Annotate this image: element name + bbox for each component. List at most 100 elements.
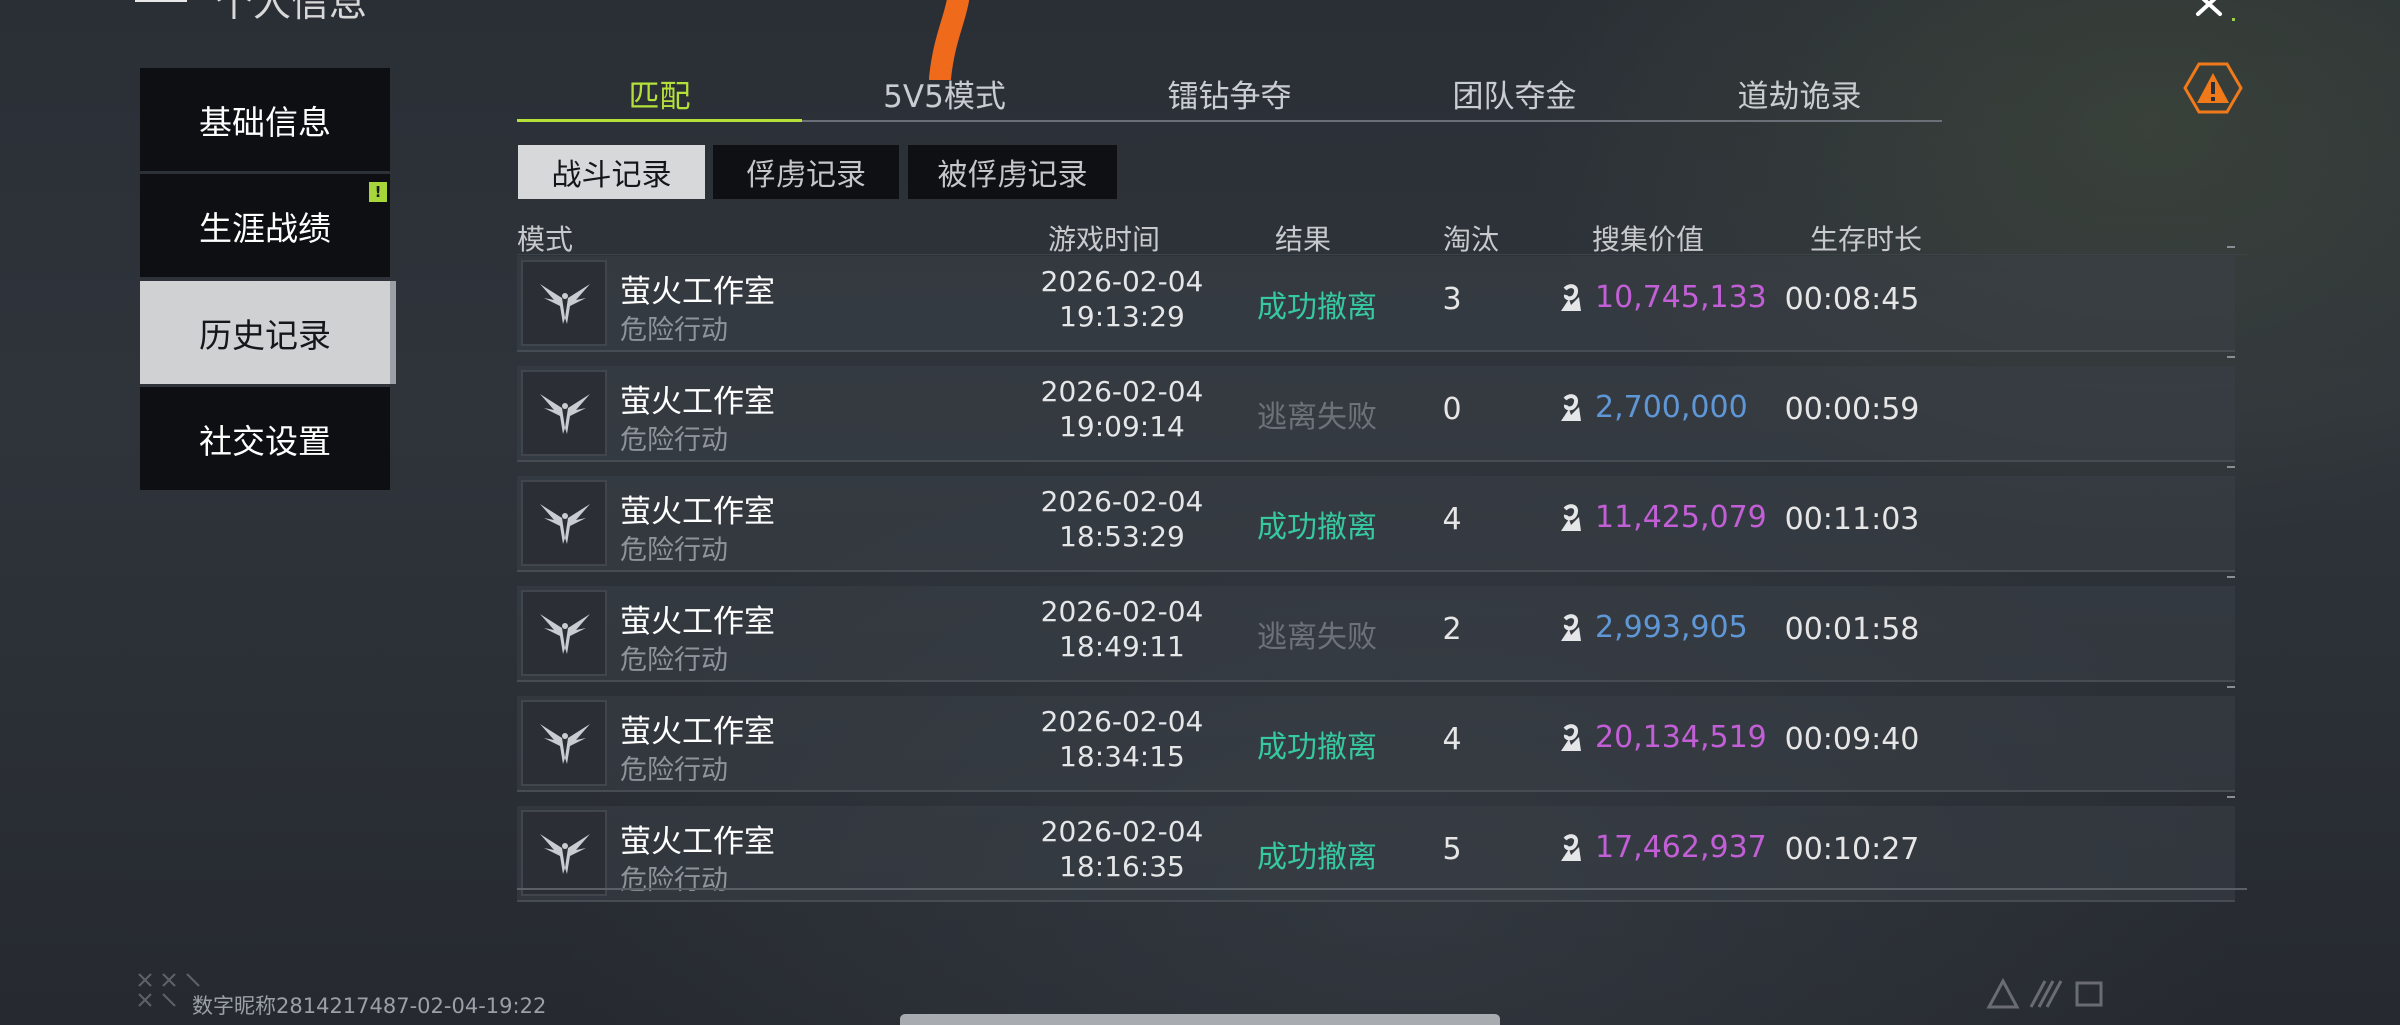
winged-emblem-icon	[540, 724, 590, 764]
table-row[interactable]: 萤火工作室 危险行动 2026-02-04 18:53:29 成功撤离 4 11,425,0…	[517, 466, 2235, 572]
value-amount: 20,134,519	[1595, 720, 1767, 755]
column-header-value: 搜集价值	[1592, 223, 1705, 256]
sidebar-item-history[interactable]: 历史记录	[140, 281, 396, 384]
mode-subtitle: 危险行动	[620, 535, 728, 566]
sidebar-item-social-settings[interactable]: 社交设置	[140, 387, 390, 490]
tab-diamond-contest[interactable]: 镭钻争夺	[1087, 66, 1372, 120]
mode-emblem	[521, 480, 607, 566]
row-edge-tick	[2227, 466, 2235, 468]
table-row[interactable]: 萤火工作室 危险行动 2026-02-04 19:13:29 成功撤离 3 10,745,1…	[517, 246, 2235, 352]
currency-icon	[1561, 283, 1581, 311]
tab-captured-records[interactable]: 被俘虏记录	[908, 145, 1117, 199]
row-edge-tick	[2227, 686, 2235, 688]
column-header-kills: 淘汰	[1443, 223, 1500, 256]
sidebar-item-basic-info[interactable]: 基础信息	[140, 68, 390, 171]
close-icon[interactable]	[2190, 0, 2240, 30]
mode-tab-bar: 匹配 5V5模式 镭钻争夺 团队夺金 道劫诡录	[517, 66, 1942, 122]
sidebar-item-label: 基础信息	[199, 102, 331, 142]
kills-count: 2	[1442, 612, 1462, 647]
result-text: 成功撤离	[1257, 840, 1377, 875]
value-amount: 2,993,905	[1595, 610, 1748, 645]
result-text: 成功撤离	[1257, 510, 1377, 545]
table-bottom-divider	[517, 888, 2247, 890]
currency-icon	[1561, 613, 1581, 641]
column-header-time: 游戏时间	[1048, 223, 1161, 256]
header-divider	[517, 254, 2247, 255]
row-edge-tick	[2227, 576, 2235, 578]
sidebar-item-career-stats[interactable]: 生涯战绩 !	[140, 174, 390, 277]
mode-name: 萤火工作室	[620, 494, 775, 530]
survival-time: 00:01:58	[1784, 612, 1920, 647]
mode-name: 萤火工作室	[620, 714, 775, 750]
mode-emblem	[521, 370, 607, 456]
winged-emblem-icon	[540, 284, 590, 324]
kills-count: 3	[1442, 282, 1462, 317]
column-header-mode: 模式	[517, 223, 574, 256]
row-edge-tick	[2227, 796, 2235, 798]
currency-icon	[1561, 503, 1581, 531]
winged-emblem-icon	[540, 504, 590, 544]
collected-value: 11,425,079	[1557, 500, 1767, 540]
mode-emblem	[521, 810, 607, 896]
mode-subtitle: 危险行动	[620, 755, 728, 786]
tab-team-gold[interactable]: 团队夺金	[1372, 66, 1657, 120]
winged-emblem-icon	[540, 834, 590, 874]
collected-value: 2,700,000	[1557, 390, 1748, 430]
sidebar-item-label: 生涯战绩	[199, 208, 331, 248]
result-text: 成功撤离	[1257, 290, 1377, 325]
mode-subtitle: 危险行动	[620, 865, 728, 896]
tab-battle-records[interactable]: 战斗记录	[518, 145, 705, 199]
winged-emblem-icon	[540, 614, 590, 654]
value-amount: 2,700,000	[1595, 390, 1748, 425]
tab-match[interactable]: 匹配	[517, 66, 802, 122]
page-title: 个人信息	[215, 0, 368, 25]
mode-emblem	[521, 260, 607, 346]
kills-count: 4	[1442, 722, 1462, 757]
mode-subtitle: 危险行动	[620, 315, 728, 346]
player-id-watermark: 数字昵称2814217487-02-04-19:22	[192, 994, 547, 1018]
collected-value: 2,993,905	[1557, 610, 1748, 650]
value-amount: 17,462,937	[1595, 830, 1767, 865]
collected-value: 20,134,519	[1557, 720, 1767, 760]
table-row[interactable]: 萤火工作室 危险行动 2026-02-04 18:34:15 成功撤离 4 20,134,5…	[517, 686, 2235, 792]
alert-badge: !	[369, 182, 387, 202]
mode-subtitle: 危险行动	[620, 645, 728, 676]
survival-time: 00:09:40	[1784, 722, 1920, 757]
menu-icon[interactable]	[135, 0, 187, 2]
mode-subtitle: 危险行动	[620, 425, 728, 456]
row-edge-tick	[2227, 356, 2235, 358]
tab-5v5[interactable]: 5V5模式	[802, 66, 1087, 120]
mode-emblem	[521, 700, 607, 786]
column-header-result: 结果	[1275, 223, 1332, 256]
table-row[interactable]: 萤火工作室 危险行动 2026-02-04 18:49:11 逃离失败 2 2,993,90…	[517, 576, 2235, 682]
horizontal-scrollbar[interactable]	[900, 1014, 1500, 1025]
warning-icon[interactable]	[2183, 60, 2243, 116]
currency-icon	[1561, 393, 1581, 421]
value-amount: 11,425,079	[1595, 500, 1767, 535]
tab-capture-records[interactable]: 俘虏记录	[713, 145, 899, 199]
survival-time: 00:00:59	[1784, 392, 1920, 427]
result-text: 逃离失败	[1257, 400, 1377, 435]
table-row[interactable]: 萤火工作室 危险行动 2026-02-04 19:09:14 逃离失败 0 2,700,00…	[517, 356, 2235, 462]
kills-count: 4	[1442, 502, 1462, 537]
kills-count: 5	[1442, 832, 1462, 867]
tab-dao-records[interactable]: 道劫诡录	[1657, 66, 1942, 120]
sidebar-item-label: 社交设置	[199, 421, 331, 461]
currency-icon	[1561, 833, 1581, 861]
collected-value: 17,462,937	[1557, 830, 1767, 870]
mode-name: 萤火工作室	[620, 274, 775, 310]
collected-value: 10,745,133	[1557, 280, 1767, 320]
mode-emblem	[521, 590, 607, 676]
kills-count: 0	[1442, 392, 1462, 427]
survival-time: 00:11:03	[1784, 502, 1920, 537]
mode-name: 萤火工作室	[620, 384, 775, 420]
winged-emblem-icon	[540, 394, 590, 434]
value-amount: 10,745,133	[1595, 280, 1767, 315]
currency-icon	[1561, 723, 1581, 751]
mode-name: 萤火工作室	[620, 824, 775, 860]
survival-time: 00:08:45	[1784, 282, 1920, 317]
brand-logo-icon	[1986, 977, 2103, 1009]
column-header-survival: 生存时长	[1810, 223, 1923, 256]
sidebar-item-label: 历史记录	[199, 315, 331, 355]
result-text: 逃离失败	[1257, 620, 1377, 655]
